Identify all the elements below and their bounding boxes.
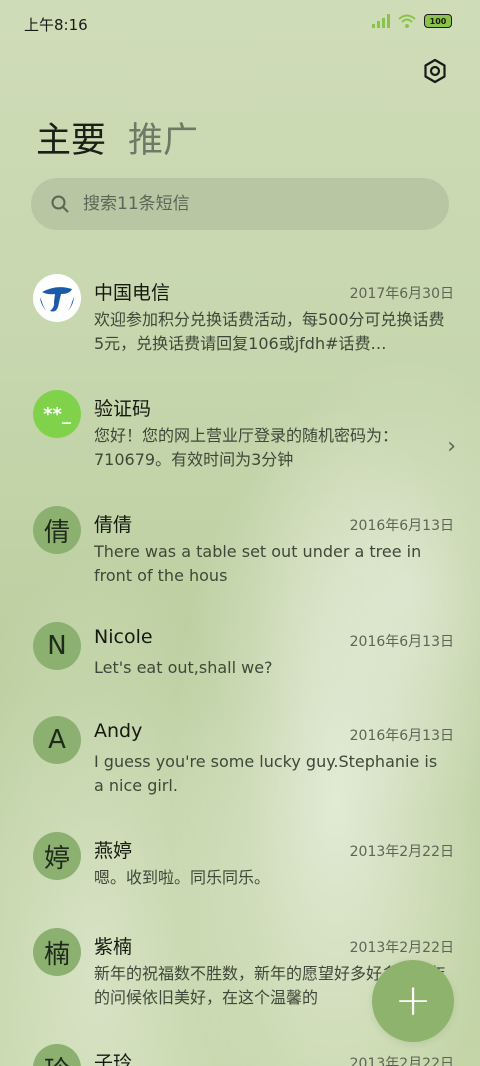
contact-name: 中国电信 [94,282,171,304]
conversation-item[interactable]: 中国电信 2017年6月30日 欢迎参加积分兑换话费活动，每500分可兑换话费5… [0,262,480,372]
contact-name: Nicole [94,626,153,648]
avatar-initial: A [48,725,66,755]
status-bar: 上午8:16 100 [0,0,480,46]
avatar-initial: 婷 [43,843,70,874]
signal-icon [372,14,390,28]
avatar-initial: 玲 [44,1050,70,1066]
message-date: 2013年2月22日 [349,844,454,860]
avatar: 玲 [33,1044,81,1066]
avatar-initial: 楠 [43,939,70,970]
avatar-initial: N [47,631,67,661]
message-preview: I guess you're some lucky guy.Stephanie … [94,752,438,795]
contact-name: 燕婷 [94,840,133,862]
contact-name: Andy [94,720,143,742]
message-date: 2013年2月22日 [349,940,454,956]
settings-icon[interactable] [422,58,448,84]
tab-primary[interactable]: 主要 [36,112,106,163]
conversation-item[interactable]: **_ 验证码 您好！您的网上营业厅登录的随机密码为：710679。有效时间为3… [0,378,480,488]
status-time: 上午8:16 [24,16,88,34]
wifi-icon [398,14,416,28]
battery-level: 100 [429,16,447,26]
china-telecom-logo-icon [34,275,80,321]
avatar-initial: 倩 [43,517,70,548]
message-date: 2016年6月13日 [349,518,454,534]
contact-name: 子玲 [94,1052,133,1066]
message-preview: 欢迎参加积分兑换话费活动，每500分可兑换话费5元，兑换话费请回复106或jfd… [94,310,445,353]
message-date: 2013年2月22日 [349,1056,454,1066]
message-date: 2016年6月13日 [349,728,454,744]
search-input[interactable] [81,193,415,215]
contact-name: 紫楠 [94,936,133,958]
message-date: 2017年6月30日 [349,286,454,302]
message-preview: Let's eat out,shall we? [94,658,273,677]
tab-promotions[interactable]: 推广 [128,112,198,163]
chevron-right-icon[interactable]: › [447,434,456,459]
contact-name: 验证码 [94,398,152,420]
avatar: A [33,716,81,764]
compose-button[interactable]: + [372,960,454,1042]
message-preview: 嗯。收到啦。同乐同乐。 [94,868,271,887]
contact-name: 倩倩 [94,514,133,536]
status-icons: 100 [372,14,452,28]
avatar: **_ [33,390,81,438]
conversation-item[interactable]: 婷 燕婷 2013年2月22日 嗯。收到啦。同乐同乐。 [0,820,480,910]
conversation-item[interactable]: N Nicole 2016年6月13日 Let's eat out,shall … [0,610,480,700]
avatar: 楠 [33,928,81,976]
avatar: 倩 [33,506,81,554]
conversation-item[interactable]: A Andy 2016年6月13日 I guess you're some lu… [0,704,480,814]
battery-icon: 100 [424,14,452,28]
avatar: N [33,622,81,670]
avatar [33,274,81,322]
message-preview: 您好！您的网上营业厅登录的随机密码为：710679。有效时间为3分钟 [94,426,399,469]
search-bar[interactable] [31,178,449,230]
avatar-initial: **_ [43,403,71,425]
tab-bar: 主要 推广 [36,112,198,163]
avatar: 婷 [33,832,81,880]
message-preview: There was a table set out under a tree i… [94,542,422,585]
search-icon [51,195,69,213]
conversation-item[interactable]: 倩 倩倩 2016年6月13日 There was a table set ou… [0,494,480,604]
message-date: 2016年6月13日 [349,634,454,650]
plus-icon: + [394,975,432,1026]
